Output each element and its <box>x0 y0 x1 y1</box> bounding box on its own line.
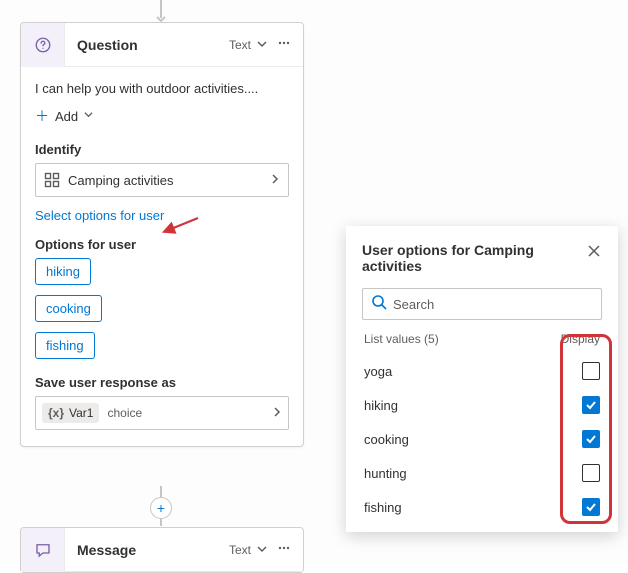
list-item-label: hunting <box>364 466 407 481</box>
list-item: yoga <box>362 354 602 388</box>
user-options-panel: User options for Camping activities List… <box>346 226 618 532</box>
display-checkbox[interactable] <box>582 464 600 482</box>
add-button[interactable]: ＋ Add <box>35 106 289 126</box>
chevron-down-icon[interactable] <box>257 543 267 557</box>
list-item-label: fishing <box>364 500 402 515</box>
more-icon[interactable] <box>273 541 295 558</box>
add-node-button[interactable]: + <box>150 497 172 519</box>
variable-chip: {x} Var1 <box>42 403 99 423</box>
chevron-down-icon <box>84 110 93 122</box>
datatype-label[interactable]: Text <box>229 38 251 52</box>
fx-icon: {x} <box>48 406 64 420</box>
select-options-link[interactable]: Select options for user <box>35 208 164 223</box>
list-item-label: cooking <box>364 432 409 447</box>
list-item: hiking <box>362 388 602 422</box>
save-as-label: Save user response as <box>35 375 289 390</box>
datatype-label[interactable]: Text <box>229 543 251 557</box>
close-icon[interactable] <box>586 242 602 262</box>
message-icon <box>21 528 65 572</box>
list-item-label: yoga <box>364 364 392 379</box>
search-input-wrapper[interactable] <box>362 288 602 320</box>
annotation-arrow <box>160 216 200 236</box>
message-card: Message Text <box>20 527 304 573</box>
list-item: cooking <box>362 422 602 456</box>
question-message-text[interactable]: I can help you with outdoor activities..… <box>35 81 289 96</box>
list-item-label: hiking <box>364 398 398 413</box>
add-label: Add <box>55 109 78 124</box>
panel-title: User options for Camping activities <box>362 242 586 274</box>
chevron-right-icon <box>272 404 282 422</box>
plus-icon: ＋ <box>35 106 49 126</box>
variable-name: Var1 <box>69 406 93 420</box>
list-values-header: List values (5) <box>364 332 439 346</box>
display-checkbox[interactable] <box>582 498 600 516</box>
options-list: yoga hiking cooking hunting fishing <box>362 354 602 524</box>
display-checkbox[interactable] <box>582 430 600 448</box>
variable-type: choice <box>107 406 268 420</box>
variable-picker[interactable]: {x} Var1 choice <box>35 396 289 430</box>
identify-picker[interactable]: Camping activities <box>35 163 289 197</box>
display-header: Display <box>561 332 600 346</box>
search-input[interactable] <box>393 297 593 312</box>
chevron-down-icon[interactable] <box>257 38 267 52</box>
card-title: Message <box>65 542 229 558</box>
chevron-right-icon <box>270 173 280 187</box>
grid-icon <box>44 172 60 188</box>
option-chip[interactable]: hiking <box>35 258 91 285</box>
more-icon[interactable] <box>273 36 295 53</box>
option-chip[interactable]: fishing <box>35 332 95 359</box>
display-checkbox[interactable] <box>582 396 600 414</box>
card-header: Question Text <box>21 23 303 67</box>
list-item: fishing <box>362 490 602 524</box>
question-icon <box>21 23 65 67</box>
list-item: hunting <box>362 456 602 490</box>
display-checkbox[interactable] <box>582 362 600 380</box>
search-icon <box>371 294 387 315</box>
options-for-user-label: Options for user <box>35 237 289 252</box>
card-title: Question <box>65 37 229 53</box>
identify-value: Camping activities <box>68 173 270 188</box>
identify-label: Identify <box>35 142 289 157</box>
option-chip[interactable]: cooking <box>35 295 102 322</box>
